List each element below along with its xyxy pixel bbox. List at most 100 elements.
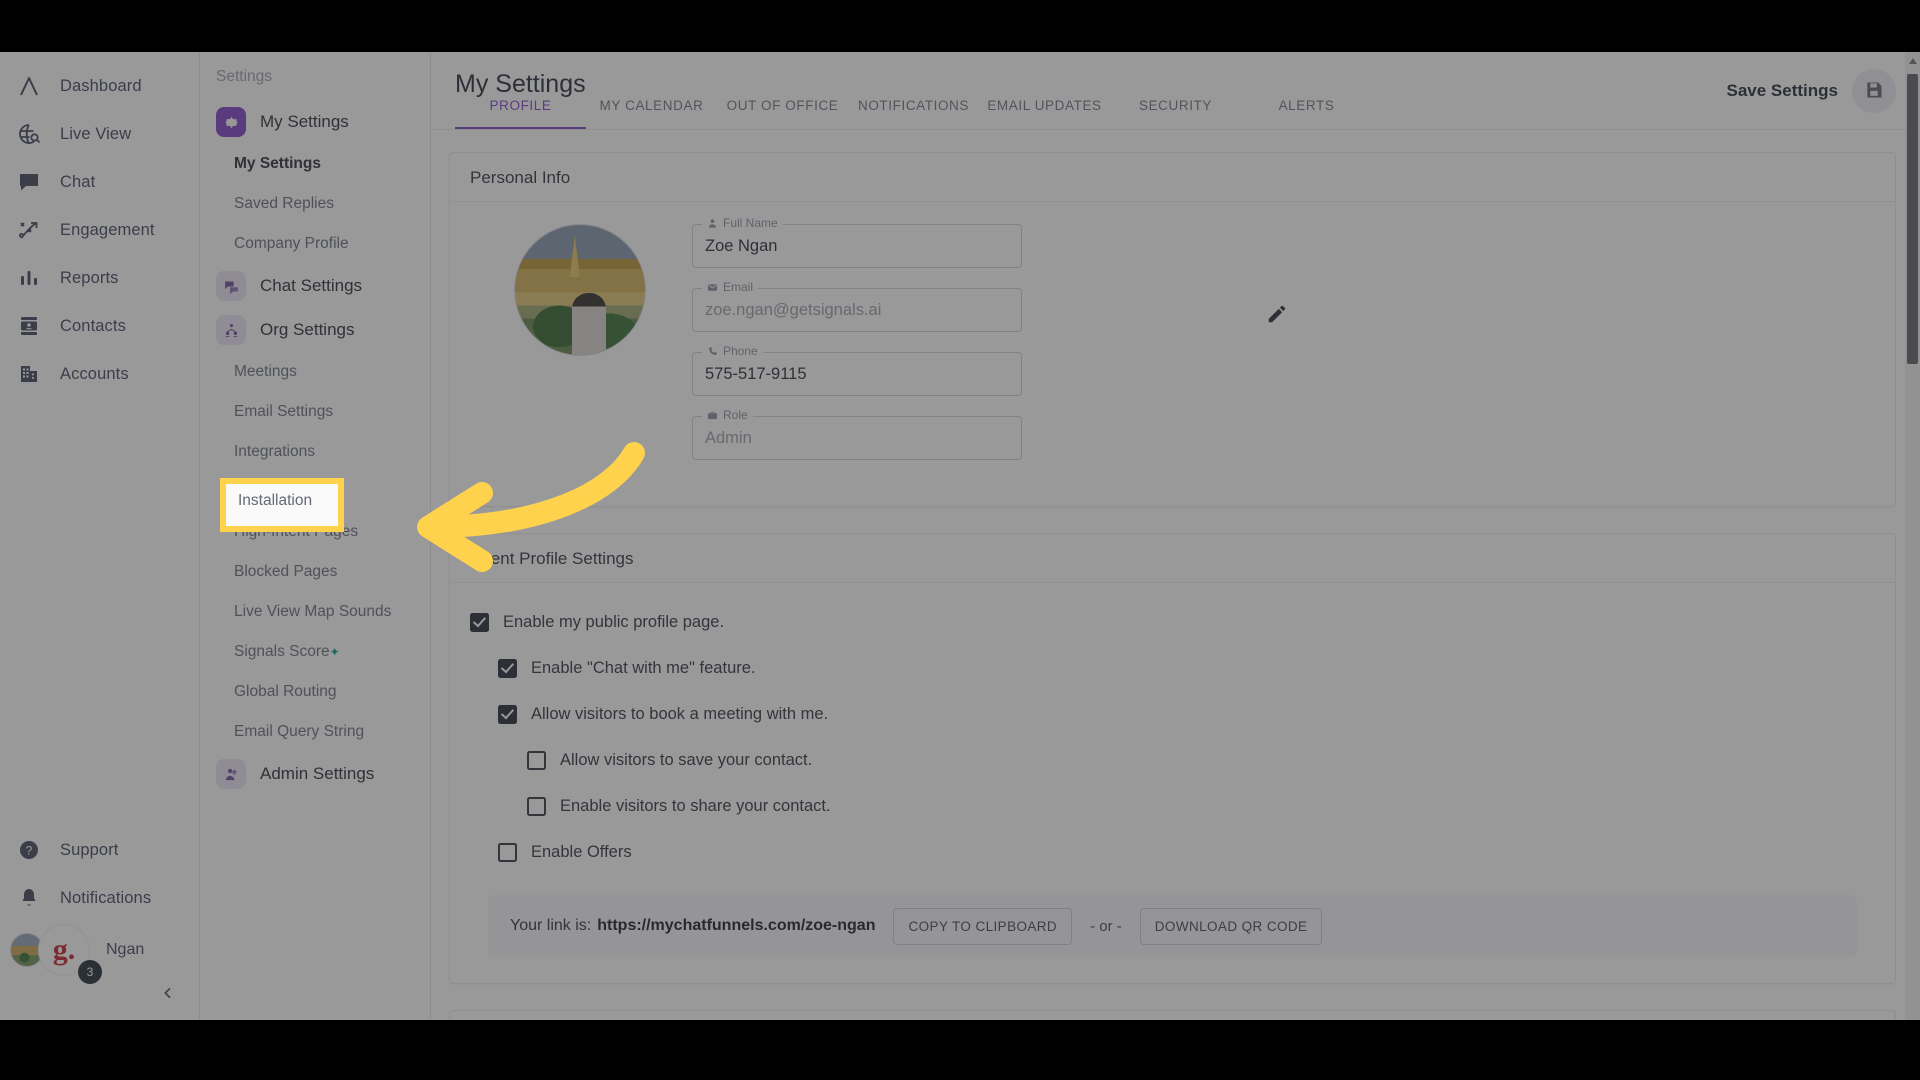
sidebar-item-reports[interactable]: Reports — [0, 254, 199, 302]
subnav-group-my-settings[interactable]: My Settings — [200, 100, 430, 144]
sidebar-item-notifications[interactable]: Notifications — [0, 874, 200, 922]
subnav-item-signals-score[interactable]: Signals Score ✦ — [200, 632, 430, 672]
subnav-item-company-profile[interactable]: Company Profile — [200, 224, 430, 264]
main-scrollbar[interactable] — [1905, 52, 1920, 1020]
tab-my-calendar[interactable]: MY CALENDAR — [586, 98, 717, 129]
org-people-icon — [216, 315, 246, 345]
checkbox-row-enable-offers[interactable]: Enable Offers — [498, 835, 1875, 869]
collapse-sidebar-button[interactable] — [0, 978, 200, 1012]
checkbox-label: Allow visitors to book a meeting with me… — [531, 704, 829, 723]
legend-text: Full Name — [723, 216, 778, 230]
phone-icon — [707, 346, 718, 357]
public-profile-url: https://mychatfunnels.com/zoe-ngan — [597, 917, 876, 934]
sidebar-item-label: Engagement — [60, 220, 155, 239]
save-settings-button[interactable] — [1852, 69, 1896, 113]
app-root: Dashboard Live View Chat Engagement Repo… — [0, 0, 1920, 1080]
sidebar-item-chat[interactable]: Chat — [0, 158, 199, 206]
globe-search-icon — [16, 121, 42, 147]
sidebar-item-label: Live View — [60, 124, 132, 143]
copy-to-clipboard-button[interactable]: COPY TO CLIPBOARD — [893, 907, 1073, 945]
settings-tabs: PROFILE MY CALENDAR OUT OF OFFICE NOTIFI… — [455, 98, 1372, 129]
agent-profile-card: Agent Profile Settings Enable my public … — [449, 533, 1896, 984]
download-qr-code-button[interactable]: DOWNLOAD QR CODE — [1139, 907, 1323, 945]
user-profile-row[interactable]: g. 3 Ngan — [0, 922, 200, 984]
checkbox-book-meeting[interactable] — [498, 704, 517, 724]
letterbox-bottom — [0, 1020, 1920, 1080]
subnav-item-email-settings[interactable]: Email Settings — [200, 392, 430, 432]
subnav-item-saved-replies[interactable]: Saved Replies — [200, 184, 430, 224]
sidebar-item-live-view[interactable]: Live View — [0, 110, 199, 158]
pencil-icon[interactable] — [1266, 303, 1288, 330]
checkbox-label: Enable my public profile page. — [503, 612, 725, 631]
full-name-legend: Full Name — [702, 216, 783, 230]
agent-profile-title: Agent Profile Settings — [450, 534, 1895, 583]
subnav-item-live-view-map-sounds[interactable]: Live View Map Sounds — [200, 592, 430, 632]
subnav-item-blocked-pages[interactable]: Blocked Pages — [200, 552, 430, 592]
checkbox-share-contact[interactable] — [527, 796, 546, 816]
role-input: Admin — [692, 416, 1022, 460]
user-name-label: Ngan — [106, 941, 145, 958]
checkbox-label: Enable visitors to share your contact. — [560, 796, 831, 815]
subnav-item-global-routing[interactable]: Global Routing — [200, 672, 430, 712]
subnav-item-email-query-string[interactable]: Email Query String — [200, 712, 430, 752]
help-circle-icon: ? — [16, 837, 42, 863]
full-name-input[interactable]: Zoe Ngan — [692, 224, 1022, 268]
checkbox-label: Enable Offers — [531, 842, 632, 861]
phone-field-wrap: Phone 575-517-9115 — [692, 344, 1022, 396]
subnav-item-my-settings[interactable]: My Settings — [200, 144, 430, 184]
checkbox-chat-with-me[interactable] — [498, 658, 517, 678]
chat-settings-icon — [216, 271, 246, 301]
tab-email-updates[interactable]: EMAIL UPDATES — [979, 98, 1110, 129]
or-separator-label: - or - — [1090, 917, 1122, 935]
email-input[interactable]: zoe.ngan@getsignals.ai — [692, 288, 1022, 332]
admin-icon — [216, 759, 246, 789]
tab-notifications[interactable]: NOTIFICATIONS — [848, 98, 979, 129]
tab-profile[interactable]: PROFILE — [455, 98, 586, 129]
subnav-group-org-settings[interactable]: Org Settings — [200, 308, 430, 352]
building-icon — [16, 361, 42, 387]
chat-bubble-icon — [16, 169, 42, 195]
legend-text: Phone — [723, 344, 758, 358]
envelope-icon — [707, 282, 718, 293]
subnav-item-meetings[interactable]: Meetings — [200, 352, 430, 392]
checkbox-row-save-contact[interactable]: Allow visitors to save your contact. — [527, 743, 1875, 777]
full-name-field-wrap: Full Name Zoe Ngan — [692, 216, 1022, 268]
scrollbar-thumb[interactable] — [1907, 74, 1918, 364]
sidebar-item-label: Chat — [60, 172, 96, 191]
subnav-item-installation[interactable]: Installation — [200, 472, 430, 512]
subnav-item-high-intent-pages[interactable]: High-Intent Pages — [200, 512, 430, 552]
sidebar-item-accounts[interactable]: Accounts — [0, 350, 199, 398]
checkbox-label: Allow visitors to save your contact. — [560, 750, 813, 769]
checkbox-row-chat-with-me[interactable]: Enable "Chat with me" feature. — [498, 651, 1875, 685]
checkbox-row-book-meeting[interactable]: Allow visitors to book a meeting with me… — [498, 697, 1875, 731]
phone-input[interactable]: 575-517-9115 — [692, 352, 1022, 396]
sidebar-item-contacts[interactable]: Contacts — [0, 302, 199, 350]
agent-profile-body: Enable my public profile page. Enable "C… — [450, 583, 1895, 983]
personal-info-body: Full Name Zoe Ngan Email zoe.ngan@getsig… — [450, 202, 1895, 506]
sidebar-item-engagement[interactable]: Engagement — [0, 206, 199, 254]
sidebar-item-label: Accounts — [60, 364, 129, 383]
checkbox-public-profile[interactable] — [470, 612, 489, 632]
scroll-up-arrow-icon[interactable] — [1909, 58, 1917, 64]
user-profile-photo[interactable] — [514, 224, 646, 356]
floppy-disk-icon — [1864, 80, 1884, 103]
sidebar-item-support[interactable]: ? Support — [0, 826, 200, 874]
subnav-item-label: Signals Score — [234, 643, 330, 660]
main-content: My Settings Save Settings PROFILE MY CAL… — [431, 52, 1920, 1020]
primary-sidebar: Dashboard Live View Chat Engagement Repo… — [0, 52, 200, 1020]
subnav-item-integrations[interactable]: Integrations — [200, 432, 430, 472]
tab-out-of-office[interactable]: OUT OF OFFICE — [717, 98, 848, 129]
subnav-group-chat-settings[interactable]: Chat Settings — [200, 264, 430, 308]
checkbox-row-public-profile[interactable]: Enable my public profile page. — [470, 605, 1875, 639]
tab-alerts[interactable]: ALERTS — [1241, 98, 1372, 129]
tab-security[interactable]: SECURITY — [1110, 98, 1241, 129]
logo-a-icon — [16, 73, 42, 99]
sidebar-item-dashboard[interactable]: Dashboard — [0, 62, 199, 110]
subnav-group-label: Org Settings — [260, 320, 355, 339]
bar-chart-icon — [16, 265, 42, 291]
checkbox-save-contact[interactable] — [527, 750, 546, 770]
main-header: My Settings Save Settings PROFILE MY CAL… — [431, 52, 1920, 130]
subnav-group-admin-settings[interactable]: Admin Settings — [200, 752, 430, 796]
checkbox-enable-offers[interactable] — [498, 842, 517, 862]
checkbox-row-share-contact[interactable]: Enable visitors to share your contact. — [527, 789, 1875, 823]
